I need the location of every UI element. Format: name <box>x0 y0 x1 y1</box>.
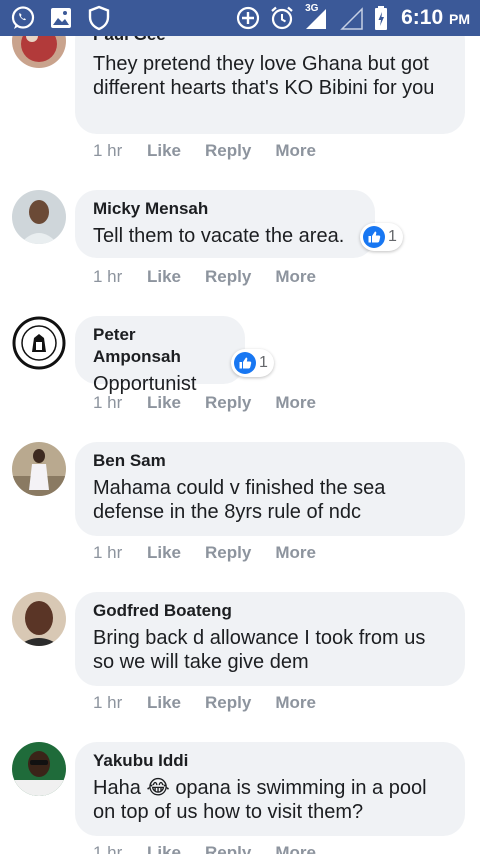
avatar[interactable] <box>12 592 66 646</box>
reply-button[interactable]: Reply <box>205 543 251 563</box>
comment-time: 1 hr <box>93 693 123 712</box>
comment-text: Bring back d allowance I took from us so… <box>93 627 426 673</box>
more-button[interactable]: More <box>275 693 316 713</box>
reply-button[interactable]: Reply <box>205 267 251 287</box>
reaction-count: 1 <box>259 354 268 371</box>
battery-charging-icon <box>373 5 389 31</box>
like-reaction-icon <box>363 226 385 248</box>
whatsapp-icon <box>10 5 36 31</box>
comment-time: 1 hr <box>93 267 123 286</box>
comment-actions: 1 hr Like Reply More <box>93 693 340 713</box>
reaction-badge[interactable]: 1 <box>231 349 274 377</box>
like-button[interactable]: Like <box>147 393 181 413</box>
reply-button[interactable]: Reply <box>205 693 251 713</box>
comment-time: 1 hr <box>93 141 123 160</box>
signal-empty-icon <box>339 5 365 31</box>
comment-actions: 1 hr Like Reply More <box>93 267 340 287</box>
add-circle-icon <box>235 5 261 31</box>
avatar[interactable] <box>12 742 66 796</box>
reaction-count: 1 <box>388 228 397 245</box>
comment-text: Mahama could v finished the sea defense … <box>93 477 386 523</box>
comment-text: They pretend they love Ghana but got dif… <box>93 53 435 99</box>
network-type: 3G <box>305 3 319 14</box>
comment-actions: 1 hr Like Reply More <box>93 141 340 161</box>
comment-bubble[interactable]: Peter Amponsah Opportunist <box>75 316 245 395</box>
comment-time: 1 hr <box>93 543 123 562</box>
laughing-emoji-icon: 😂 <box>146 777 170 799</box>
more-button[interactable]: More <box>275 267 316 287</box>
comment-author[interactable]: Godfred Boateng <box>93 600 447 622</box>
comment-actions: 1 hr Like Reply More <box>93 843 340 854</box>
comment-text: Tell them to vacate the area. <box>93 225 345 247</box>
reply-button[interactable]: Reply <box>205 843 251 854</box>
clock-time: 6:10 <box>401 6 444 29</box>
like-reaction-icon <box>234 352 256 374</box>
like-button[interactable]: Like <box>147 141 181 161</box>
avatar[interactable] <box>12 316 66 370</box>
clock-ampm: PM <box>449 11 470 27</box>
like-button[interactable]: Like <box>147 843 181 854</box>
status-bar: 3G 6:10 PM <box>0 0 480 36</box>
status-time: 6:10 PM <box>401 6 470 30</box>
comment-author[interactable]: Ben Sam <box>93 450 447 472</box>
comment-bubble[interactable]: Ben Sam Mahama could v finished the sea … <box>75 442 465 536</box>
more-button[interactable]: More <box>275 393 316 413</box>
comment-bubble[interactable]: Micky Mensah Tell them to vacate the are… <box>75 190 375 258</box>
reaction-badge[interactable]: 1 <box>360 223 403 251</box>
more-button[interactable]: More <box>275 843 316 854</box>
comment-text-part: opana is swimming in a pool on top of us… <box>93 777 427 823</box>
gallery-icon <box>48 5 74 31</box>
like-button[interactable]: Like <box>147 543 181 563</box>
comment-text-part: Haha <box>93 777 141 799</box>
comment-author[interactable]: Peter Amponsah <box>93 324 227 368</box>
reply-button[interactable]: Reply <box>205 393 251 413</box>
comment-author[interactable]: Yakubu Iddi <box>93 750 447 772</box>
comment-bubble[interactable]: Godfred Boateng Bring back d allowance I… <box>75 592 465 686</box>
comment-actions: 1 hr Like Reply More <box>93 393 340 413</box>
avatar[interactable] <box>12 190 66 244</box>
like-button[interactable]: Like <box>147 693 181 713</box>
comment-time: 1 hr <box>93 843 123 854</box>
more-button[interactable]: More <box>275 543 316 563</box>
avatar[interactable] <box>12 442 66 496</box>
signal-icon: 3G <box>303 3 331 31</box>
comment-text: Haha 😂 opana is swimming in a pool on to… <box>93 776 447 824</box>
alarm-icon <box>269 5 295 31</box>
like-button[interactable]: Like <box>147 267 181 287</box>
comment-bubble[interactable]: Yakubu Iddi Haha 😂 opana is swimming in … <box>75 742 465 836</box>
shield-icon <box>86 5 112 31</box>
comment-author[interactable]: Micky Mensah <box>93 198 357 220</box>
comment-actions: 1 hr Like Reply More <box>93 543 340 563</box>
reply-button[interactable]: Reply <box>205 141 251 161</box>
comment-time: 1 hr <box>93 393 123 412</box>
more-button[interactable]: More <box>275 141 316 161</box>
